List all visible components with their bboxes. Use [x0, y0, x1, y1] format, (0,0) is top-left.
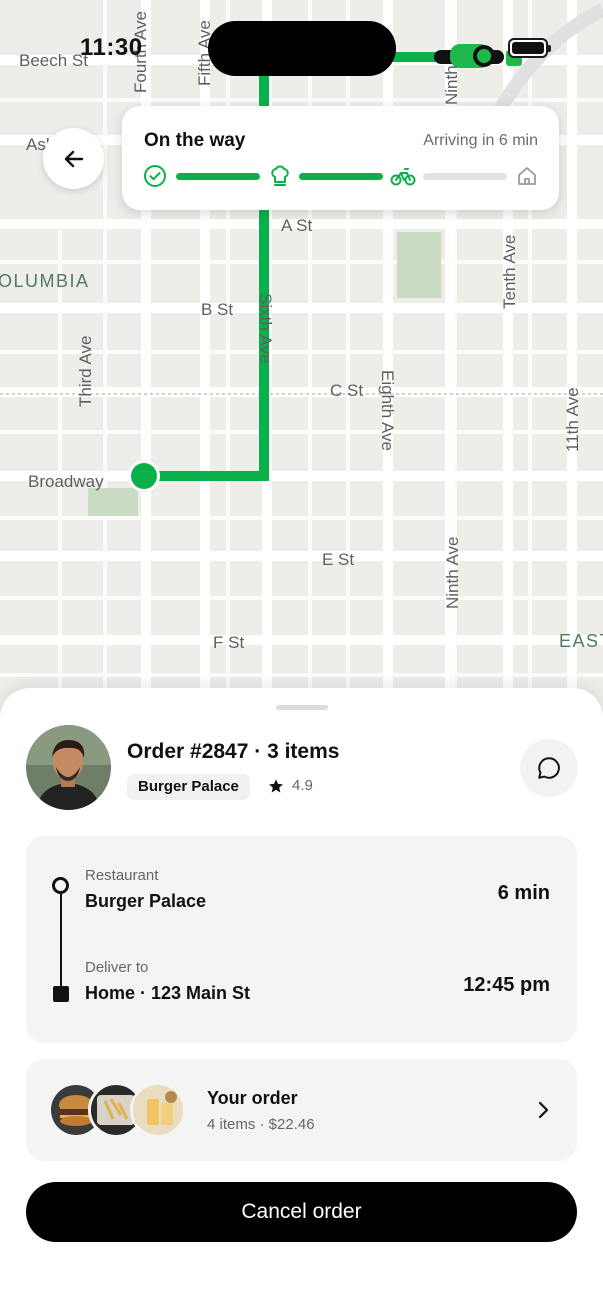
restaurant-rating: 4.9 [268, 777, 313, 794]
cancel-order-button[interactable]: Cancel order [26, 1182, 577, 1242]
dropoff-marker [53, 986, 69, 1002]
street-label: Third Ave [76, 335, 95, 407]
pickup-name: Burger Palace [85, 891, 207, 911]
progress-segment-pending [423, 173, 507, 180]
home-icon [514, 163, 540, 189]
status-time: 11:30 [80, 34, 143, 61]
order-title: Order #2847 · 3 items [127, 740, 340, 763]
street-label: Broadway [28, 472, 104, 491]
restaurant-badge: Burger Palace [127, 774, 250, 800]
street-label: A St [281, 216, 313, 235]
street-label: C St [330, 381, 364, 400]
dropoff-label: Deliver to [85, 959, 149, 976]
arrival-eta: Arriving in 6 min [423, 132, 538, 149]
dynamic-island [208, 21, 396, 76]
district-label: OLUMBIA [0, 271, 90, 291]
star-icon [269, 778, 283, 793]
arrow-left-icon [64, 150, 83, 167]
progress-segment-complete [176, 173, 260, 180]
street-label: Tenth Ave [500, 234, 519, 309]
drink-thumbnail [130, 1082, 186, 1138]
back-button[interactable] [43, 128, 104, 189]
check-icon [142, 163, 168, 189]
chef-hat-icon [267, 163, 293, 189]
street-label: Beech St [19, 51, 88, 70]
district-label: EAST [559, 631, 603, 651]
route-connector [59, 894, 62, 986]
pickup-marker [52, 877, 69, 894]
progress-segment-complete [299, 173, 383, 180]
street-label: Ninth Ave [443, 536, 462, 609]
dropoff-time: 12:45 pm [463, 974, 550, 996]
sheet-grabber[interactable] [276, 705, 328, 710]
pickup-label: Restaurant [85, 867, 159, 884]
street-label: 11th Ave [563, 387, 582, 452]
street-label: Sixth Ave [256, 293, 275, 364]
your-order-title: Your order [207, 1088, 298, 1108]
rating-value: 4.9 [292, 777, 313, 794]
chat-button[interactable] [520, 739, 578, 797]
street-label: B St [201, 300, 234, 319]
chevron-right-icon [538, 1101, 549, 1119]
delivery-progress-card: On the way Arriving in 6 min [122, 106, 559, 210]
street-label: E St [322, 550, 355, 569]
courier-avatar [26, 725, 111, 810]
chat-bubble-icon [538, 757, 560, 779]
bike-icon [390, 163, 416, 189]
order-items-total: 4 items · $22.46 [207, 1116, 315, 1133]
street-label: Ninth [442, 65, 461, 105]
dropoff-address: Home · 123 Main St [85, 983, 251, 1003]
progress-title: On the way [144, 130, 246, 151]
street-label: Eighth Ave [378, 370, 397, 451]
pickup-time: 6 min [497, 882, 550, 904]
battery-icon [508, 38, 551, 58]
street-label: F St [213, 633, 245, 652]
